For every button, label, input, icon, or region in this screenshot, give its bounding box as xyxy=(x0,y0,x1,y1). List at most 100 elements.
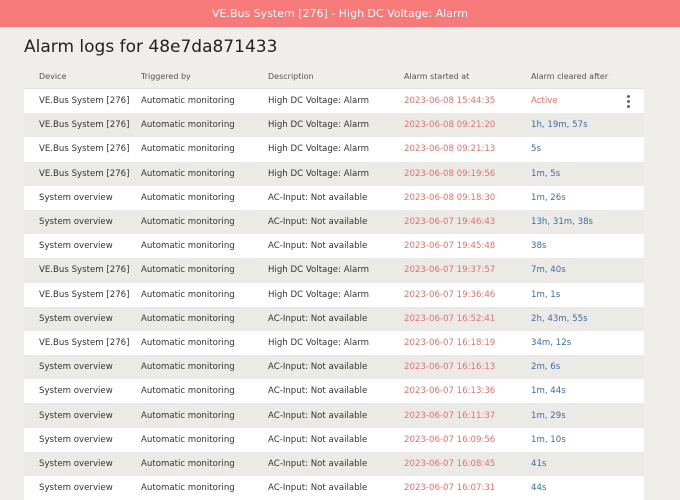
alarm-started-cell: 2023-06-08 09:19:56 xyxy=(404,168,496,179)
device-cell: System overview xyxy=(39,362,113,373)
triggered-by-cell: Automatic monitoring xyxy=(141,144,235,155)
table-row: System overview Automatic monitoring AC-In… xyxy=(24,306,644,331)
alarm-banner[interactable]: VE.Bus System [276] - High DC Voltage: A… xyxy=(0,0,680,27)
alarm-cleared-cell: 5s xyxy=(531,144,541,155)
description-cell: AC-Input: Not available xyxy=(268,362,368,373)
triggered-by-cell: Automatic monitoring xyxy=(141,337,235,348)
table-row: System overview Automatic monitoring AC-In… xyxy=(24,209,644,235)
alarm-cleared-cell: 41s xyxy=(531,458,547,469)
table-row: System overview Automatic monitoring AC-In… xyxy=(24,379,644,404)
alarm-cleared-cell: 1m, 44s xyxy=(531,386,566,397)
alarm-started-cell: 2023-06-07 16:13:36 xyxy=(404,386,496,397)
table-row: VE.Bus System [276] Automatic monitoring H… xyxy=(24,113,644,138)
table-row: VE.Bus System [276] Automatic monitoring H… xyxy=(24,330,644,356)
triggered-by-cell: Automatic monitoring xyxy=(141,386,235,397)
alarm-started-cell: 2023-06-07 16:18:19 xyxy=(404,337,496,348)
triggered-by-cell: Automatic monitoring xyxy=(141,217,235,228)
table-row: System overview Automatic monitoring AC-In… xyxy=(24,355,644,380)
alarm-cleared-cell: 2m, 6s xyxy=(531,362,561,373)
alarm-cleared-cell: 13h, 31m, 38s xyxy=(531,217,594,228)
device-cell: System overview xyxy=(39,217,113,228)
alarm-started-cell: 2023-06-07 19:36:46 xyxy=(404,289,496,300)
alarm-cleared-cell: 7m, 40s xyxy=(531,265,566,276)
device-cell: System overview xyxy=(39,434,113,445)
triggered-by-cell: Automatic monitoring xyxy=(141,120,235,131)
table-row: System overview Automatic monitoring AC-In… xyxy=(24,451,644,476)
device-cell: System overview xyxy=(39,192,113,203)
description-cell: High DC Voltage: Alarm xyxy=(268,168,369,179)
alarm-cleared-cell: 1h, 19m, 57s xyxy=(531,120,588,131)
triggered-by-cell: Automatic monitoring xyxy=(141,483,235,494)
description-cell: AC-Input: Not available xyxy=(268,313,368,324)
alarm-cleared-cell: 2h, 43m, 55s xyxy=(531,313,588,324)
triggered-by-cell: Automatic monitoring xyxy=(141,362,235,373)
triggered-by-cell: Automatic monitoring xyxy=(141,96,235,107)
description-cell: AC-Input: Not available xyxy=(268,192,368,203)
triggered-by-cell: Automatic monitoring xyxy=(141,192,235,203)
alarm-cleared-cell: 38s xyxy=(531,241,547,252)
alarm-started-cell: 2023-06-07 16:08:45 xyxy=(404,458,496,469)
description-cell: High DC Voltage: Alarm xyxy=(268,144,369,155)
alarm-cleared-cell: 34m, 12s xyxy=(531,337,572,348)
table-row: System overview Automatic monitoring AC-In… xyxy=(24,403,644,428)
device-cell: VE.Bus System [276] xyxy=(39,120,130,131)
device-cell: System overview xyxy=(39,313,113,324)
description-cell: AC-Input: Not available xyxy=(268,410,368,421)
device-cell: VE.Bus System [276] xyxy=(39,96,130,107)
kebab-dot xyxy=(626,100,630,103)
alarm-cleared-cell: 44s xyxy=(531,483,547,494)
device-cell: System overview xyxy=(39,458,113,469)
column-header-description: Description xyxy=(268,71,314,81)
alarm-started-cell: 2023-06-07 19:45:48 xyxy=(404,241,496,252)
table-row: System overview Automatic monitoring AC-In… xyxy=(24,476,644,500)
device-cell: System overview xyxy=(39,241,113,252)
triggered-by-cell: Automatic monitoring xyxy=(141,168,235,179)
table-header: Device Triggered by Description Alarm st… xyxy=(24,64,644,89)
device-cell: VE.Bus System [276] xyxy=(39,289,130,300)
alarm-banner-text: VE.Bus System [276] - High DC Voltage: A… xyxy=(211,7,469,20)
device-cell: System overview xyxy=(39,410,113,421)
triggered-by-cell: Automatic monitoring xyxy=(141,241,235,252)
description-cell: AC-Input: Not available xyxy=(268,241,368,252)
alarm-started-cell: 2023-06-08 09:21:20 xyxy=(404,120,496,131)
column-header-alarm-cleared-after: Alarm cleared after xyxy=(531,71,609,81)
triggered-by-cell: Automatic monitoring xyxy=(141,458,235,469)
device-cell: VE.Bus System [276] xyxy=(39,144,130,155)
description-cell: High DC Voltage: Alarm xyxy=(268,96,369,107)
alarm-cleared-cell: 1m, 29s xyxy=(531,410,566,421)
description-cell: AC-Input: Not available xyxy=(268,386,368,397)
column-header-alarm-started-at: Alarm started at xyxy=(404,71,470,81)
table-body: VE.Bus System [276] Automatic monitoring H… xyxy=(24,89,644,500)
alarm-log-table: Device Triggered by Description Alarm st… xyxy=(24,64,644,500)
alarm-started-cell: 2023-06-08 09:21:13 xyxy=(404,144,496,155)
kebab-dot xyxy=(626,95,630,98)
alarm-started-cell: 2023-06-07 19:37:57 xyxy=(404,265,496,276)
table-row: VE.Bus System [276] Automatic monitoring H… xyxy=(24,161,644,186)
alarm-started-cell: 2023-06-07 16:52:41 xyxy=(404,313,496,324)
table-row: VE.Bus System [276] Automatic monitoring H… xyxy=(24,89,644,114)
description-cell: High DC Voltage: Alarm xyxy=(268,337,369,348)
column-header-device: Device xyxy=(39,71,67,81)
alarm-cleared-cell: 1m, 26s xyxy=(531,192,566,203)
kebab-menu-icon[interactable] xyxy=(626,95,630,108)
table-row: VE.Bus System [276] Automatic monitoring H… xyxy=(24,282,644,307)
alarm-started-cell: 2023-06-07 16:11:37 xyxy=(404,410,496,421)
device-cell: VE.Bus System [276] xyxy=(39,337,130,348)
alarm-cleared-cell: 1m, 10s xyxy=(531,434,566,445)
alarm-started-cell: 2023-06-07 16:09:56 xyxy=(404,434,496,445)
table-row: System overview Automatic monitoring AC-In… xyxy=(24,185,644,210)
alarm-started-cell: 2023-06-08 15:44:35 xyxy=(404,96,496,107)
alarm-cleared-cell: 1m, 5s xyxy=(531,168,561,179)
device-cell: VE.Bus System [276] xyxy=(39,168,130,179)
page-title: Alarm logs for 48e7da871433 xyxy=(24,37,278,57)
device-cell: VE.Bus System [276] xyxy=(39,265,130,276)
table-row: VE.Bus System [276] Automatic monitoring H… xyxy=(24,258,644,283)
description-cell: High DC Voltage: Alarm xyxy=(268,289,369,300)
alarm-started-cell: 2023-06-08 09:18:30 xyxy=(404,192,496,203)
device-cell: System overview xyxy=(39,386,113,397)
triggered-by-cell: Automatic monitoring xyxy=(141,289,235,300)
triggered-by-cell: Automatic monitoring xyxy=(141,265,235,276)
triggered-by-cell: Automatic monitoring xyxy=(141,434,235,445)
device-cell: System overview xyxy=(39,483,113,494)
column-header-triggered-by: Triggered by xyxy=(141,71,191,81)
